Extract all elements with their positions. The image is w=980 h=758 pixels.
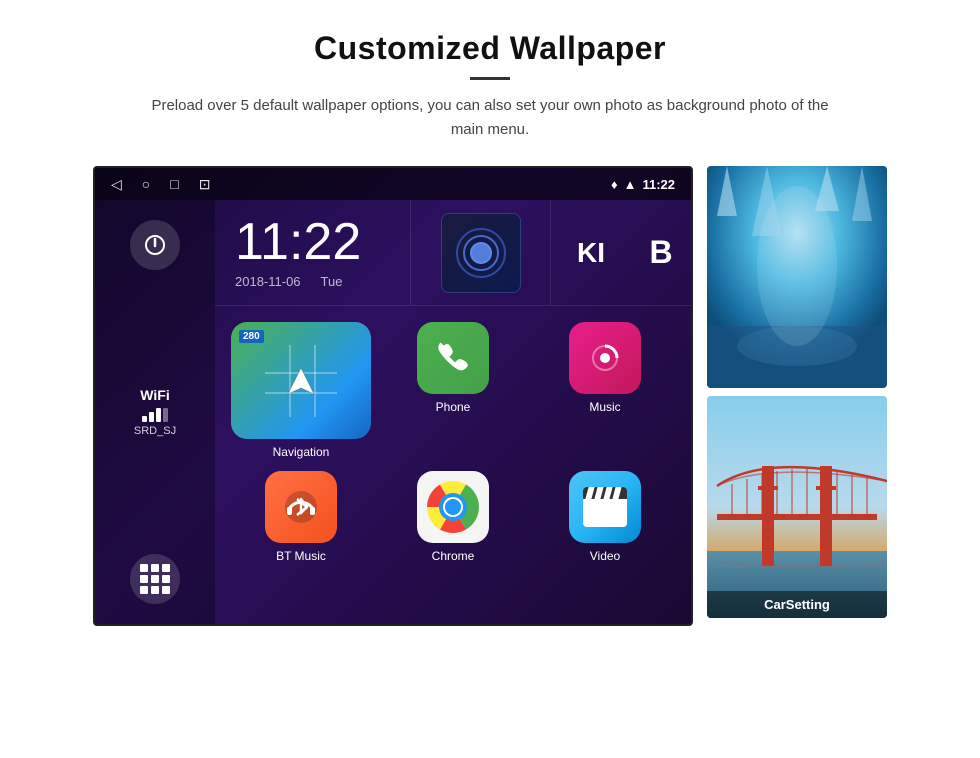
title-divider [470,77,510,80]
apps-button[interactable] [130,554,180,604]
phone-icon [417,322,489,394]
navigation-label: Navigation [273,445,330,459]
page-subtitle: Preload over 5 default wallpaper options… [140,94,840,142]
video-label: Video [590,549,620,563]
music-icon [569,322,641,394]
wifi-bar-1 [142,416,147,422]
nav-badge: 280 [239,330,264,343]
screen-content: WiFi SRD_SJ [95,200,691,624]
app-item-chrome[interactable]: Chrome [383,471,523,608]
home-button[interactable]: ○ [142,176,150,192]
btmusic-label: BT Music [276,549,326,563]
ki-section: KI [551,200,631,305]
ki-text: KI [577,237,605,269]
android-screen: ◁ ○ □ ⊡ ♦ ▲ 11:22 [93,166,693,626]
status-time: 11:22 [642,177,675,192]
clock-date: 2018-11-06 Tue [235,274,390,289]
clock-row: 11:22 2018-11-06 Tue [215,200,691,306]
wifi-bar-2 [149,412,154,422]
recent-button[interactable]: □ [170,176,178,192]
app-item-phone[interactable]: Phone [383,322,523,459]
app-item-btmusic[interactable]: BT Music [231,471,371,608]
media-icon-box [441,213,521,293]
wifi-label: WiFi [134,387,176,403]
signal-rings-icon [456,228,506,278]
clock-date-value: 2018-11-06 [235,274,301,289]
navigation-icon: 280 [231,322,371,439]
camera-button[interactable]: ⊡ [199,176,211,193]
phone-label: Phone [436,400,471,414]
clock-section: 11:22 2018-11-06 Tue [215,200,411,305]
app-item-navigation[interactable]: 280 Navigation [231,322,371,459]
app-item-music[interactable]: Music [535,322,675,459]
device-area: ◁ ○ □ ⊡ ♦ ▲ 11:22 [60,166,920,626]
wifi-section: WiFi SRD_SJ [134,387,176,437]
chrome-icon [417,471,489,543]
status-bar: ◁ ○ □ ⊡ ♦ ▲ 11:22 [95,168,691,200]
nav-buttons: ◁ ○ □ ⊡ [111,176,210,193]
wifi-bar-3 [156,408,161,422]
apps-grid-icon [140,564,170,594]
video-icon [569,471,641,543]
wallpaper-bridge[interactable]: CarSetting [707,396,887,618]
btmusic-icon [265,471,337,543]
b-text: B [649,234,672,271]
clock-time: 11:22 [235,216,390,268]
app-grid: 280 Navigation [215,306,691,624]
location-icon: ♦ [611,177,618,192]
back-button[interactable]: ◁ [111,176,122,193]
wifi-ssid: SRD_SJ [134,425,176,437]
b-section: B [631,200,691,305]
page-title: Customized Wallpaper [60,30,920,67]
main-content: 11:22 2018-11-06 Tue [215,200,691,624]
clock-day-value: Tue [321,274,343,289]
status-right: ♦ ▲ 11:22 [611,177,675,192]
wallpapers-panel: CarSetting [707,166,887,618]
wifi-status-icon: ▲ [624,177,637,192]
clapboard-icon [583,487,627,527]
wifi-bar-4 [163,408,168,422]
wallpaper-ice[interactable] [707,166,887,388]
media-section [411,200,551,305]
power-button[interactable] [130,220,180,270]
music-label: Music [589,400,620,414]
wifi-bars [134,406,176,422]
app-item-video[interactable]: Video [535,471,675,608]
sidebar: WiFi SRD_SJ [95,200,215,624]
chrome-label: Chrome [432,549,475,563]
carsetting-label: CarSetting [707,591,887,618]
